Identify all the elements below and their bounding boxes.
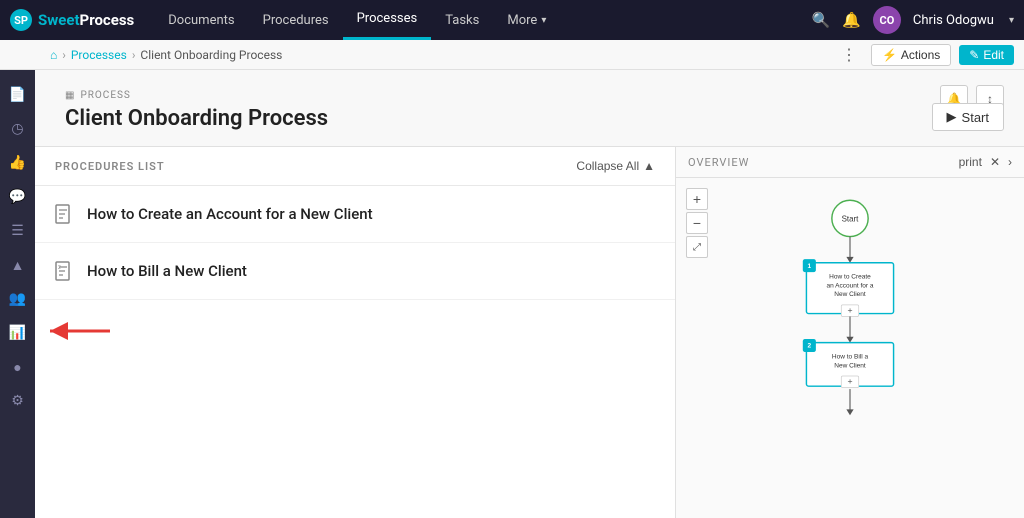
process-header: ▦ PROCESS Client Onboarding Process 🔔 ↕ … — [35, 70, 1024, 147]
start-play-icon: ▶ — [947, 109, 957, 125]
procedure-1-name: How to Create an Account for a New Clien… — [87, 205, 373, 223]
procedures-list-title: PROCEDURES LIST — [55, 160, 165, 173]
breadcrumb-home[interactable]: ⌂ — [50, 48, 57, 62]
columns-area: PROCEDURES LIST Collapse All ▲ — [35, 147, 1024, 518]
zoom-controls: + − ⤢ — [686, 188, 708, 258]
logo-process-text: Process — [80, 11, 135, 29]
svg-text:1: 1 — [808, 263, 812, 270]
nav-tasks[interactable]: Tasks — [431, 0, 493, 40]
actions-icon: ⚡ — [882, 48, 897, 62]
procedure-item-1[interactable]: How to Create an Account for a New Clien… — [35, 186, 675, 243]
overview-print-button[interactable]: print — [959, 155, 982, 169]
nav-links: Documents Procedures Processes Tasks Mor… — [154, 0, 811, 40]
notifications-button[interactable]: 🔔 — [842, 11, 861, 29]
zoom-out-button[interactable]: − — [686, 212, 708, 234]
content-area: ▦ PROCESS Client Onboarding Process 🔔 ↕ … — [35, 70, 1024, 518]
breadcrumb-sep-2: › — [132, 48, 136, 62]
nav-processes[interactable]: Processes — [343, 0, 432, 40]
edit-icon: ✎ — [969, 48, 979, 62]
actions-button[interactable]: ⚡ Actions — [871, 44, 951, 66]
overview-controls: print ✕ › — [959, 155, 1012, 169]
svg-text:New Client: New Client — [834, 362, 866, 369]
start-button[interactable]: ▶ Start — [932, 103, 1004, 131]
process-label: ▦ PROCESS — [65, 90, 994, 101]
svg-text:How to Create: How to Create — [829, 274, 871, 281]
svg-text:New Client: New Client — [834, 291, 866, 298]
flowchart-area: + − ⤢ Start — [676, 178, 1024, 513]
edit-button[interactable]: ✎ Edit — [959, 45, 1014, 65]
zoom-in-button[interactable]: + — [686, 188, 708, 210]
flow-diagram: Start 1 How to Create an Account for a N… — [750, 193, 950, 498]
search-button[interactable]: 🔍 — [812, 11, 831, 29]
more-dropdown-arrow: ▾ — [541, 15, 546, 26]
collapse-chevron-icon: ▲ — [643, 159, 655, 173]
svg-text:2: 2 — [58, 265, 61, 271]
breadcrumb-bar: ⌂ › Processes › Client Onboarding Proces… — [0, 40, 1024, 70]
procedures-column: PROCEDURES LIST Collapse All ▲ — [35, 147, 675, 518]
user-avatar: CO — [873, 6, 901, 34]
procedures-section: PROCEDURES LIST Collapse All ▲ — [35, 147, 675, 518]
breadcrumb-sep-1: › — [62, 48, 66, 62]
process-grid-icon: ▦ — [65, 90, 75, 101]
svg-text:an Account for a: an Account for a — [826, 282, 873, 289]
collapse-all-button[interactable]: Collapse All ▲ — [576, 159, 655, 173]
user-name: Chris Odogwu — [913, 13, 994, 28]
svg-text:How to Bill a: How to Bill a — [832, 354, 869, 361]
svg-text:Start: Start — [842, 214, 860, 223]
logo-icon: SP — [10, 9, 32, 31]
svg-text:+: + — [847, 305, 852, 315]
main-content: 📄 ◷ 👍 💬 ☰ ▲ 👥 📊 ● ⚙ ▦ PROCESS Client Onb… — [35, 70, 1024, 518]
nav-procedures[interactable]: Procedures — [249, 0, 343, 40]
process-title: Client Onboarding Process — [65, 106, 994, 131]
breadcrumb-actions: ⋮ ⚡ Actions ✎ Edit — [835, 43, 1014, 67]
procedure-2-icon-wrap: 2 — [55, 261, 75, 281]
nav-more[interactable]: More▾ — [493, 0, 560, 40]
nav-documents[interactable]: Documents — [154, 0, 248, 40]
procedures-list-header: PROCEDURES LIST Collapse All ▲ — [35, 147, 675, 186]
overview-title: OVERVIEW — [688, 156, 749, 169]
overview-header: OVERVIEW print ✕ › — [676, 147, 1024, 178]
procedure-item-2[interactable]: 2 How to Bill a New Client — [35, 243, 675, 300]
overview-close-button[interactable]: ✕ — [990, 155, 1000, 169]
overview-panel: OVERVIEW print ✕ › + − ⤢ — [675, 147, 1024, 518]
breadcrumb-processes[interactable]: Processes — [71, 48, 127, 62]
context-menu-button[interactable]: ⋮ — [835, 43, 863, 67]
zoom-fit-button[interactable]: ⤢ — [686, 236, 708, 258]
svg-text:2: 2 — [808, 343, 812, 350]
procedure-1-icon-wrap — [55, 204, 75, 224]
top-navigation: SP SweetProcess Documents Procedures Pro… — [0, 0, 1024, 40]
svg-text:+: + — [847, 376, 852, 386]
nav-right: 🔍 🔔 CO Chris Odogwu ▾ — [812, 6, 1014, 34]
user-menu-chevron: ▾ — [1009, 15, 1014, 26]
procedure-2-name: How to Bill a New Client — [87, 262, 247, 280]
overview-expand-button[interactable]: › — [1008, 155, 1012, 169]
breadcrumb-current-page: Client Onboarding Process — [140, 48, 282, 62]
app-logo[interactable]: SP SweetProcess — [10, 9, 134, 31]
logo-sweet-text: Sweet — [38, 11, 80, 29]
